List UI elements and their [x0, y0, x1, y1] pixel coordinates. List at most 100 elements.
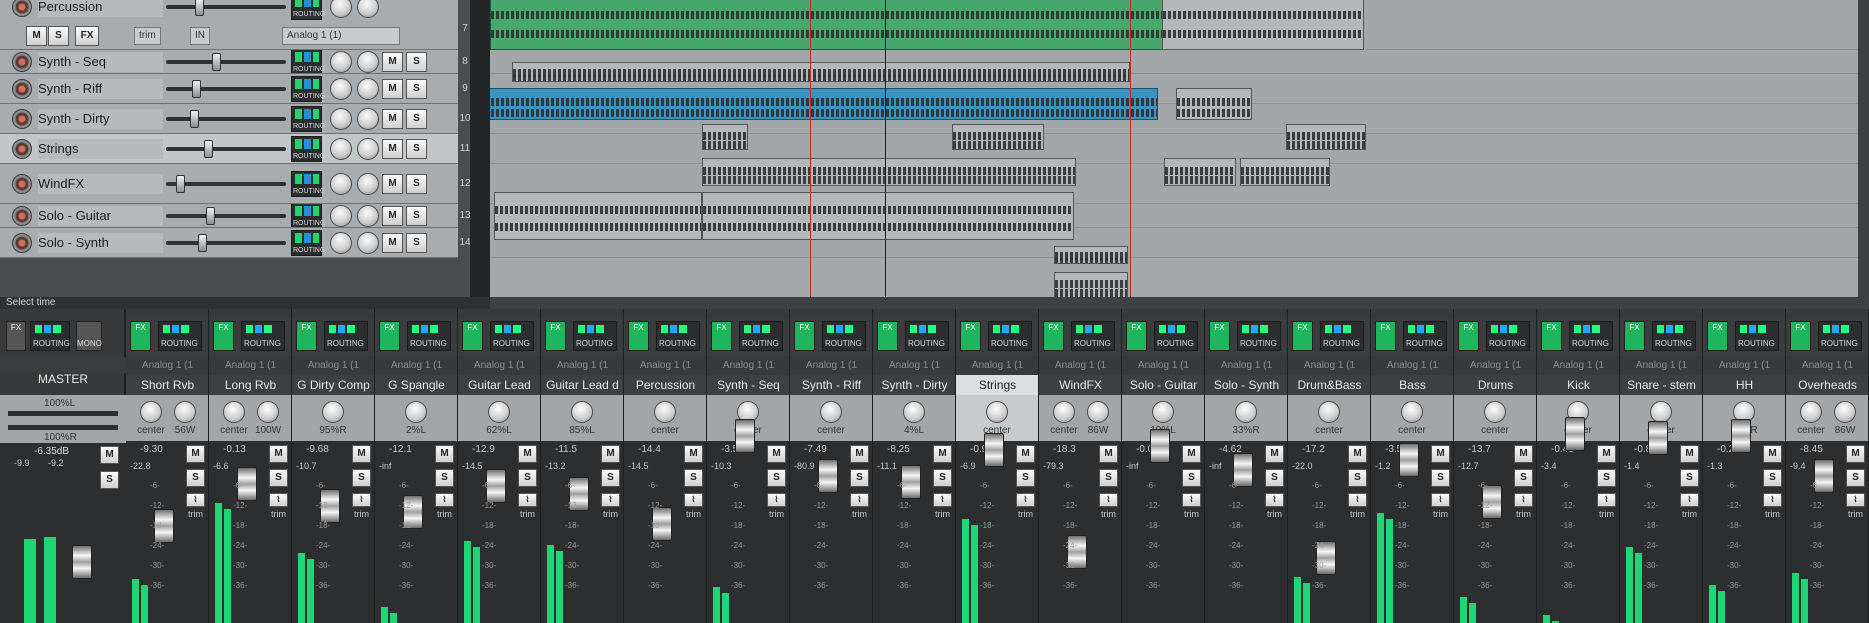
strip-pan-knob[interactable] — [1650, 401, 1672, 423]
strip-volume-fader[interactable] — [1399, 443, 1419, 477]
track-volume-knob[interactable] — [330, 173, 352, 195]
master-fx-button[interactable]: FX — [6, 321, 26, 351]
track-volume-slider[interactable] — [166, 80, 286, 98]
track-mute-button[interactable]: M — [382, 109, 403, 129]
mixer-strip[interactable]: FX ROUTING Analog 1 (1 WindFX center 86W -18.3… — [1039, 309, 1122, 623]
strip-mute-button[interactable]: M — [269, 445, 288, 463]
mixer-strip[interactable]: FXROUTINGAnalog 1 (1Kickcenter-0.43-3.4M… — [1537, 309, 1620, 623]
strip-solo-button[interactable]: S — [1680, 469, 1699, 487]
strip-name[interactable]: Snare - stem — [1620, 375, 1702, 395]
strip-pan-knob[interactable] — [223, 401, 245, 423]
strip-fx-button[interactable]: FX — [379, 321, 400, 351]
track-name[interactable]: Synth - Riff — [38, 79, 163, 99]
strip-name[interactable]: Bass — [1371, 375, 1453, 395]
track-volume-knob[interactable] — [330, 138, 352, 160]
strip-input-label[interactable]: Analog 1 (1 — [375, 358, 457, 374]
media-item[interactable] — [1164, 158, 1236, 186]
strip-name[interactable]: Guitar Lead d — [541, 375, 623, 395]
strip-volume-fader[interactable] — [1150, 429, 1170, 463]
track-11[interactable]: Strings ROUTING M S — [0, 134, 458, 164]
track-name[interactable]: Synth - Dirty — [38, 109, 163, 129]
strip-mute-button[interactable]: M — [352, 445, 371, 463]
master-fader[interactable] — [72, 545, 92, 579]
strip-phase-icon[interactable]: ⌇ — [1763, 493, 1782, 507]
track-pan-knob[interactable] — [357, 51, 379, 73]
strip-routing-button[interactable]: ROUTING — [241, 321, 285, 351]
strip-pan-knob[interactable] — [903, 401, 925, 423]
strip-fx-button[interactable]: FX — [877, 321, 898, 351]
strip-routing-button[interactable]: ROUTING — [1818, 321, 1862, 351]
strip-name[interactable]: Drums — [1454, 375, 1536, 395]
strip-solo-button[interactable]: S — [933, 469, 952, 487]
strip-fx-button[interactable]: FX — [130, 321, 151, 351]
track-routing-button[interactable]: ROUTING — [291, 76, 325, 102]
record-arm-button[interactable] — [12, 233, 32, 253]
strip-solo-button[interactable]: S — [1182, 469, 1201, 487]
track-routing-button[interactable]: ROUTING — [291, 0, 325, 20]
track-pan-knob[interactable] — [357, 232, 379, 254]
strip-input-label[interactable]: Analog 1 (1 — [1454, 358, 1536, 374]
strip-routing-button[interactable]: ROUTING — [1154, 321, 1198, 351]
strip-name[interactable]: Kick — [1537, 375, 1619, 395]
strip-phase-icon[interactable]: ⌇ — [1182, 493, 1201, 507]
strip-name[interactable]: HH — [1703, 375, 1785, 395]
record-arm-button[interactable] — [12, 79, 32, 99]
strip-input-label[interactable]: Analog 1 (1 — [1205, 358, 1287, 374]
strip-phase-icon[interactable]: ⌇ — [518, 493, 537, 507]
strip-fx-button[interactable]: FX — [1624, 321, 1645, 351]
track-9[interactable]: Synth - Riff ROUTING M S — [0, 74, 458, 104]
strip-input-label[interactable]: Analog 1 (1 — [873, 358, 955, 374]
strip-name[interactable]: Solo - Guitar — [1122, 375, 1204, 395]
strip-mute-button[interactable]: M — [767, 445, 786, 463]
media-item[interactable] — [702, 158, 1076, 186]
track-mute-button[interactable]: M — [382, 206, 403, 226]
track-input-select[interactable]: Analog 1 (1) — [282, 27, 400, 45]
strip-phase-icon[interactable]: ⌇ — [435, 493, 454, 507]
strip-input-label[interactable]: Analog 1 (1 — [126, 358, 208, 374]
record-arm-button[interactable] — [12, 206, 32, 226]
strip-pan-knob[interactable] — [1484, 401, 1506, 423]
strip-volume-fader[interactable] — [984, 433, 1004, 467]
strip-mute-button[interactable]: M — [186, 445, 205, 463]
strip-mute-button[interactable]: M — [1846, 445, 1865, 463]
strip-solo-button[interactable]: S — [767, 469, 786, 487]
mixer-strip[interactable]: FX ROUTING Analog 1 (1 Synth - Riff center -7… — [790, 309, 873, 623]
mixer-strip[interactable]: FX ROUTING Analog 1 (1 G Dirty Comp 95%R -9.6… — [292, 309, 375, 623]
media-item[interactable] — [1240, 158, 1330, 186]
strip-mute-button[interactable]: M — [1514, 445, 1533, 463]
arrange-view[interactable] — [490, 0, 1858, 297]
strip-name[interactable]: Synth - Riff — [790, 375, 872, 395]
strip-name[interactable]: Synth - Seq — [707, 375, 789, 395]
strip-routing-button[interactable]: ROUTING — [324, 321, 368, 351]
track-name[interactable]: Synth - Seq — [38, 52, 163, 72]
track-volume-slider[interactable] — [166, 140, 286, 158]
strip-width-knob[interactable] — [1834, 401, 1856, 423]
strip-routing-button[interactable]: ROUTING — [1569, 321, 1613, 351]
track-mute-button[interactable]: M — [26, 26, 47, 46]
strip-name[interactable]: Overheads — [1786, 375, 1868, 395]
strip-phase-icon[interactable]: ⌇ — [1597, 493, 1616, 507]
mixer-strip[interactable]: FX ROUTING Analog 1 (1 Drums center -13.7 -12.… — [1454, 309, 1537, 623]
strip-input-label[interactable]: Analog 1 (1 — [1122, 358, 1204, 374]
strip-mute-button[interactable]: M — [1431, 445, 1450, 463]
master-mono-button[interactable]: MONO — [76, 321, 102, 351]
strip-fx-button[interactable]: FX — [1209, 321, 1230, 351]
strip-width-knob[interactable] — [1087, 401, 1109, 423]
strip-input-label[interactable]: Analog 1 (1 — [624, 358, 706, 374]
strip-solo-button[interactable]: S — [518, 469, 537, 487]
strip-mute-button[interactable]: M — [1348, 445, 1367, 463]
track-volume-knob[interactable] — [330, 0, 352, 18]
track-volume-knob[interactable] — [330, 108, 352, 130]
strip-pan-knob[interactable] — [986, 401, 1008, 423]
strip-name[interactable]: Drum&Bass — [1288, 375, 1370, 395]
mixer-strip[interactable]: FX ROUTING Analog 1 (1 Guitar Lead 62%L -12.9… — [458, 309, 541, 623]
strip-fx-button[interactable]: FX — [1043, 321, 1064, 351]
track-solo-button[interactable]: S — [406, 79, 427, 99]
strip-volume-fader[interactable] — [1565, 417, 1585, 451]
record-arm-button[interactable] — [12, 0, 32, 17]
track-volume-knob[interactable] — [330, 205, 352, 227]
strip-name[interactable]: Short Rvb — [126, 375, 208, 395]
strip-mute-button[interactable]: M — [684, 445, 703, 463]
mixer-strip[interactable]: FXROUTINGAnalog 1 (1Snare - stemcenter-0… — [1620, 309, 1703, 623]
strip-solo-button[interactable]: S — [1099, 469, 1118, 487]
